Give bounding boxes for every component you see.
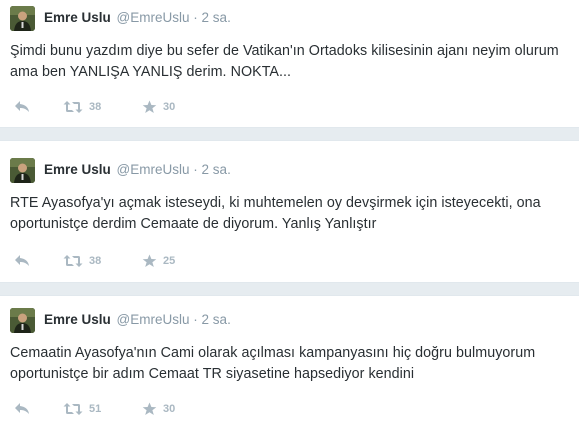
star-icon	[142, 402, 157, 416]
tweet-header: Emre Uslu @EmreUslu · 2 sa.	[44, 10, 231, 26]
tweet-header: Emre Uslu @EmreUslu · 2 sa.	[44, 162, 231, 178]
favorite-button[interactable]: 30	[142, 99, 175, 115]
author-name[interactable]: Emre Uslu	[44, 10, 111, 25]
reply-icon	[14, 402, 30, 416]
separator-dot: ·	[193, 312, 198, 327]
author-handle[interactable]: @EmreUslu	[117, 312, 190, 327]
reply-icon	[14, 254, 30, 268]
retweet-icon	[63, 254, 83, 268]
tweet-card[interactable]: Emre Uslu @EmreUslu · 2 sa. RTE Ayasofya…	[0, 140, 579, 283]
star-icon	[142, 254, 157, 268]
tweet-card[interactable]: Emre Uslu @EmreUslu · 2 sa. Şimdi bunu y…	[0, 0, 579, 128]
favorite-count: 25	[163, 255, 176, 267]
tweet-text: RTE Ayasofya'yı açmak isteseydi, ki muht…	[10, 195, 541, 232]
tweet-card[interactable]: Emre Uslu @EmreUslu · 2 sa. Cemaatin Aya…	[0, 295, 579, 429]
author-name[interactable]: Emre Uslu	[44, 312, 111, 327]
retweet-button[interactable]: 38	[63, 253, 101, 269]
author-handle[interactable]: @EmreUslu	[117, 10, 190, 25]
author-name[interactable]: Emre Uslu	[44, 162, 111, 177]
tweet-timeline: Emre Uslu @EmreUslu · 2 sa. Şimdi bunu y…	[0, 0, 579, 429]
retweet-icon	[63, 100, 83, 114]
reply-icon	[14, 100, 30, 114]
separator-dot: ·	[193, 162, 198, 177]
tweet-header: Emre Uslu @EmreUslu · 2 sa.	[44, 312, 231, 328]
tweet-timestamp[interactable]: 2 sa.	[202, 162, 231, 177]
tweet-timestamp[interactable]: 2 sa.	[202, 312, 231, 327]
avatar[interactable]	[10, 158, 35, 183]
reply-button[interactable]	[14, 253, 30, 269]
favorite-button[interactable]: 30	[142, 401, 175, 417]
favorite-count: 30	[163, 403, 176, 415]
avatar[interactable]	[10, 308, 35, 333]
tweet-text: Şimdi bunu yazdım diye bu sefer de Vatik…	[10, 43, 559, 80]
star-icon	[142, 100, 157, 114]
tweet-text: Cemaatin Ayasofya'nın Cami olarak açılma…	[10, 345, 536, 382]
favorite-count: 30	[163, 101, 176, 113]
avatar[interactable]	[10, 6, 35, 31]
retweet-icon	[63, 402, 83, 416]
favorite-button[interactable]: 25	[142, 253, 175, 269]
retweet-button[interactable]: 51	[63, 401, 101, 417]
retweet-button[interactable]: 38	[63, 99, 101, 115]
tweet-timestamp[interactable]: 2 sa.	[202, 10, 231, 25]
author-handle[interactable]: @EmreUslu	[117, 162, 190, 177]
reply-button[interactable]	[14, 401, 30, 417]
separator-dot: ·	[193, 10, 198, 25]
reply-button[interactable]	[14, 99, 30, 115]
retweet-count: 51	[89, 403, 102, 415]
retweet-count: 38	[89, 101, 102, 113]
retweet-count: 38	[89, 255, 102, 267]
